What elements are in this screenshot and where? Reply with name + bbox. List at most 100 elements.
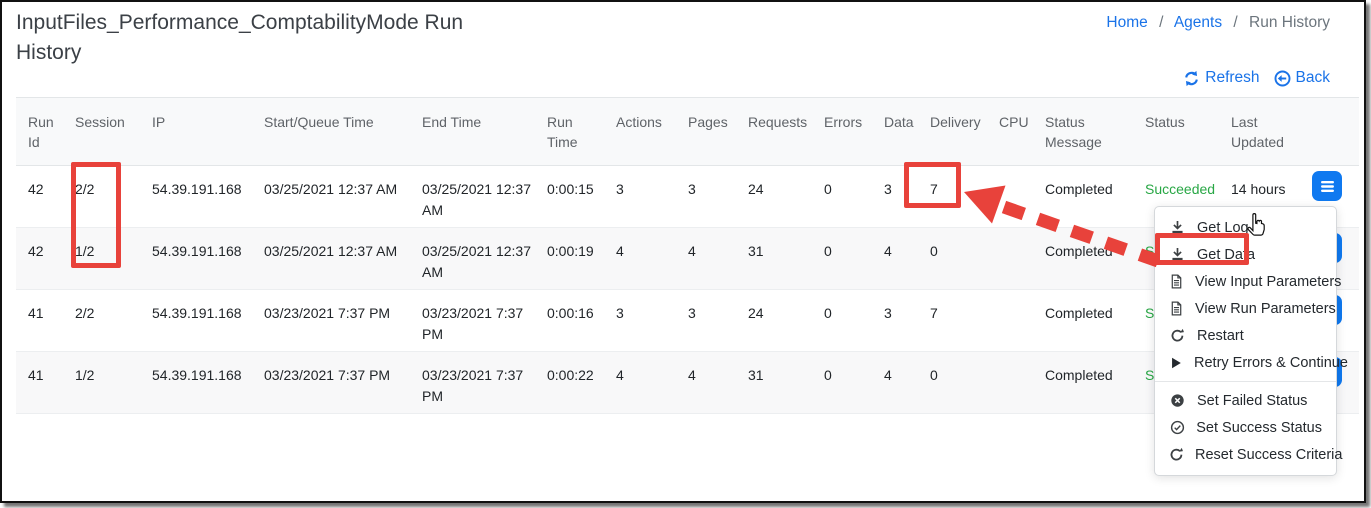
breadcrumb-home[interactable]: Home xyxy=(1106,14,1147,31)
cell-delivery: 7 xyxy=(918,290,987,352)
reset-icon xyxy=(1169,447,1184,462)
cell-end: 03/25/2021 12:37 AM xyxy=(410,228,535,290)
cell-run-time: 0:00:16 xyxy=(535,290,604,352)
cell-status-message: Completed xyxy=(1033,166,1133,228)
cell-ip: 54.39.191.168 xyxy=(140,290,252,352)
menu-item-retry-errors-continue[interactable]: Retry Errors & Continue xyxy=(1155,349,1336,376)
col-status: Status xyxy=(1133,98,1219,166)
col-start-queue-time: Start/Queue Time xyxy=(252,98,410,166)
cell-session: 1/2 xyxy=(63,352,140,414)
toolbar: Refresh Back xyxy=(1183,69,1330,87)
cell-delivery: 7 xyxy=(918,166,987,228)
cell-run-id: 41 xyxy=(16,290,63,352)
menu-item-get-log[interactable]: Get Log xyxy=(1155,214,1336,241)
cell-requests: 31 xyxy=(736,352,812,414)
cell-run-id: 42 xyxy=(16,166,63,228)
circle-check-icon xyxy=(1169,420,1185,435)
cell-run-id: 41 xyxy=(16,352,63,414)
cell-data: 3 xyxy=(872,290,918,352)
col-delivery: Delivery xyxy=(918,98,987,166)
circle-x-icon xyxy=(1169,393,1186,408)
menu-item-view-input-parameters[interactable]: View Input Parameters xyxy=(1155,268,1336,295)
menu-item-restart[interactable]: Restart xyxy=(1155,322,1336,349)
document-icon xyxy=(1169,301,1184,316)
col-row-menu xyxy=(1312,98,1359,166)
cell-errors: 0 xyxy=(812,228,872,290)
col-requests: Requests xyxy=(736,98,812,166)
refresh-button[interactable]: Refresh xyxy=(1183,69,1259,87)
cell-start: 03/23/2021 7:37 PM xyxy=(252,352,410,414)
col-ip: IP xyxy=(140,98,252,166)
breadcrumb-current: Run History xyxy=(1249,14,1330,31)
cell-data: 4 xyxy=(872,352,918,414)
cell-start: 03/25/2021 12:37 AM xyxy=(252,228,410,290)
cell-session: 2/2 xyxy=(63,166,140,228)
breadcrumb: Home / Agents / Run History xyxy=(1106,14,1330,32)
col-last-updated: Last Updated xyxy=(1219,98,1312,166)
back-label: Back xyxy=(1296,69,1330,87)
breadcrumb-agents[interactable]: Agents xyxy=(1174,14,1222,31)
menu-item-label: Set Success Status xyxy=(1196,420,1322,436)
menu-item-label: View Run Parameters xyxy=(1195,301,1336,317)
cell-data: 4 xyxy=(872,228,918,290)
cell-requests: 24 xyxy=(736,166,812,228)
cell-status-message: Completed xyxy=(1033,228,1133,290)
cell-status-message: Completed xyxy=(1033,290,1133,352)
menu-item-label: Get Data xyxy=(1197,247,1255,263)
cell-delivery: 0 xyxy=(918,228,987,290)
download-icon xyxy=(1169,247,1186,262)
menu-item-set-success-status[interactable]: Set Success Status xyxy=(1155,414,1336,441)
cell-cpu xyxy=(987,352,1033,414)
cell-cpu xyxy=(987,166,1033,228)
refresh-icon xyxy=(1183,70,1200,87)
app-window: InputFiles_Performance_ComptabilityMode … xyxy=(0,0,1366,503)
back-arrow-icon xyxy=(1274,70,1291,87)
col-run-time: Run Time xyxy=(535,98,604,166)
cell-start: 03/25/2021 12:37 AM xyxy=(252,166,410,228)
row-actions-dropdown-menu: Get Log Get Data View Input Parameters V… xyxy=(1154,206,1337,476)
cell-end: 03/23/2021 7:37 PM xyxy=(410,290,535,352)
breadcrumb-separator: / xyxy=(1159,14,1163,31)
cell-run-id: 42 xyxy=(16,228,63,290)
cell-run-time: 0:00:22 xyxy=(535,352,604,414)
menu-item-label: Reset Success Criteria xyxy=(1195,447,1342,463)
cell-errors: 0 xyxy=(812,166,872,228)
cell-actions: 3 xyxy=(604,166,676,228)
cell-errors: 0 xyxy=(812,290,872,352)
menu-item-label: Set Failed Status xyxy=(1197,393,1307,409)
document-icon xyxy=(1169,274,1184,289)
menu-item-view-run-parameters[interactable]: View Run Parameters xyxy=(1155,295,1336,322)
cell-start: 03/23/2021 7:37 PM xyxy=(252,290,410,352)
back-button[interactable]: Back xyxy=(1274,69,1330,87)
page-title: InputFiles_Performance_ComptabilityMode … xyxy=(16,8,526,68)
download-icon xyxy=(1169,220,1186,235)
col-pages: Pages xyxy=(676,98,736,166)
hamburger-icon xyxy=(1320,180,1335,193)
row-actions-menu-button[interactable] xyxy=(1312,171,1342,201)
menu-divider xyxy=(1155,381,1336,382)
cell-cpu xyxy=(987,228,1033,290)
menu-item-reset-success-criteria[interactable]: Reset Success Criteria xyxy=(1155,441,1336,468)
table-header-row: Run Id Session IP Start/Queue Time End T… xyxy=(16,98,1359,166)
cell-session: 1/2 xyxy=(63,228,140,290)
cell-pages: 4 xyxy=(676,352,736,414)
col-end-time: End Time xyxy=(410,98,535,166)
col-status-message: Status Message xyxy=(1033,98,1133,166)
cell-pages: 3 xyxy=(676,166,736,228)
cell-run-time: 0:00:15 xyxy=(535,166,604,228)
cell-errors: 0 xyxy=(812,352,872,414)
col-cpu: CPU xyxy=(987,98,1033,166)
cell-ip: 54.39.191.168 xyxy=(140,228,252,290)
cell-cpu xyxy=(987,290,1033,352)
cell-actions: 3 xyxy=(604,290,676,352)
refresh-label: Refresh xyxy=(1205,69,1259,87)
play-icon xyxy=(1169,356,1183,370)
menu-item-get-data[interactable]: Get Data xyxy=(1155,241,1336,268)
menu-item-label: View Input Parameters xyxy=(1195,274,1341,290)
cell-pages: 4 xyxy=(676,228,736,290)
col-data: Data xyxy=(872,98,918,166)
cell-ip: 54.39.191.168 xyxy=(140,166,252,228)
menu-item-set-failed-status[interactable]: Set Failed Status xyxy=(1155,387,1336,414)
cell-run-time: 0:00:19 xyxy=(535,228,604,290)
cell-requests: 31 xyxy=(736,228,812,290)
